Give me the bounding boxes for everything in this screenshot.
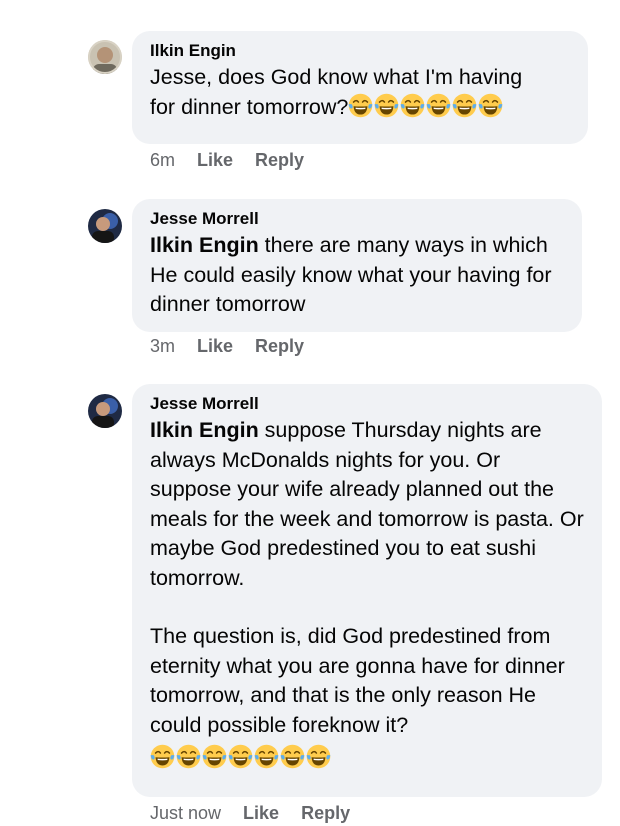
comment-timestamp[interactable]: Just now xyxy=(150,803,221,824)
tears-of-joy-icon xyxy=(374,93,399,118)
comment-paragraph-2: The question is, did God predestined fro… xyxy=(150,624,565,737)
tears-of-joy-icon xyxy=(348,93,373,118)
comment-meta: 6m Like Reply xyxy=(150,150,304,171)
tears-of-joy-icon xyxy=(400,93,425,118)
mentioned-user[interactable]: Ilkin Engin xyxy=(150,418,259,442)
tears-of-joy-icon xyxy=(176,744,201,769)
comment-meta: 3m Like Reply xyxy=(150,336,304,357)
tears-of-joy-icon xyxy=(254,744,279,769)
avatar-jesse-morrell[interactable] xyxy=(88,209,122,243)
tears-of-joy-icon xyxy=(228,744,253,769)
reply-button[interactable]: Reply xyxy=(255,336,304,357)
avatar-jesse-morrell[interactable] xyxy=(88,394,122,428)
tears-of-joy-icon xyxy=(452,93,477,118)
comment-author[interactable]: Jesse Morrell xyxy=(150,208,566,230)
tears-of-joy-icon xyxy=(280,744,305,769)
avatar-ilkin-engin[interactable] xyxy=(88,40,122,74)
comment-meta: Just now Like Reply xyxy=(150,803,350,824)
comment-line-2: for dinner tomorrow? xyxy=(150,94,349,119)
comment-timestamp[interactable]: 3m xyxy=(150,336,175,357)
tears-of-joy-icon xyxy=(150,744,175,769)
tears-of-joy-icon xyxy=(202,744,227,769)
reply-button[interactable]: Reply xyxy=(301,803,350,824)
comment-line-1: Jesse, does God know what I'm having xyxy=(150,65,523,89)
comment-bubble: Jesse Morrell Ilkin Engin there are many… xyxy=(132,199,582,332)
comment-timestamp[interactable]: 6m xyxy=(150,150,175,171)
comment-text-content: suppose Thursday nights are always McDon… xyxy=(150,418,584,590)
like-button[interactable]: Like xyxy=(197,150,233,171)
reply-button[interactable]: Reply xyxy=(255,150,304,171)
comment-bubble: Ilkin Engin Jesse, does God know what I'… xyxy=(132,31,588,144)
emoji-row xyxy=(150,744,331,769)
comment-text: Ilkin Engin there are many ways in which… xyxy=(150,231,566,320)
comment-text: Jesse, does God know what I'm having for… xyxy=(150,63,572,122)
mentioned-user[interactable]: Ilkin Engin xyxy=(150,233,259,257)
comment-bubble: Jesse Morrell Ilkin Engin suppose Thursd… xyxy=(132,384,602,797)
tears-of-joy-icon xyxy=(478,93,503,118)
like-button[interactable]: Like xyxy=(243,803,279,824)
comment-text: Ilkin Engin suppose Thursday nights are … xyxy=(150,416,586,773)
emoji-row xyxy=(348,93,503,118)
like-button[interactable]: Like xyxy=(197,336,233,357)
tears-of-joy-icon xyxy=(426,93,451,118)
comment-author[interactable]: Ilkin Engin xyxy=(150,40,572,62)
comment-author[interactable]: Jesse Morrell xyxy=(150,393,586,415)
comment-paragraph-1: Ilkin Engin suppose Thursday nights are … xyxy=(150,416,586,593)
tears-of-joy-icon xyxy=(306,744,331,769)
